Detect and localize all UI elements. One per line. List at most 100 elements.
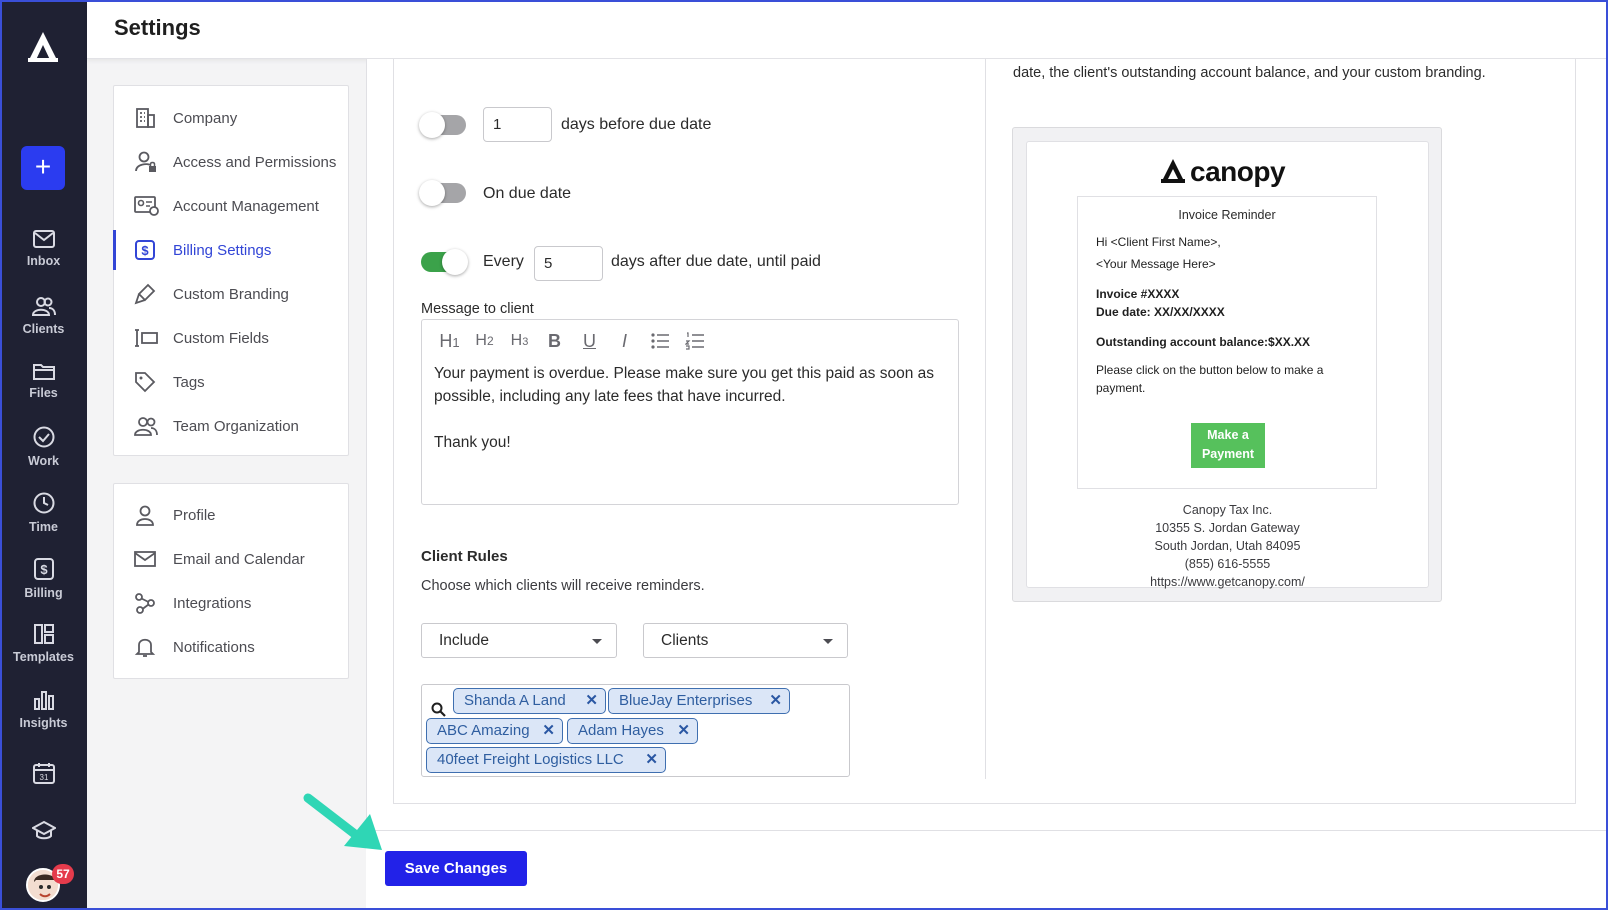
rail-label: Templates (13, 650, 74, 664)
company-address: Canopy Tax Inc. 10355 S. Jordan Gateway … (1027, 501, 1428, 591)
nav-item-email-calendar[interactable]: Email and Calendar (114, 539, 348, 579)
search-icon (431, 702, 446, 717)
rail-item-insights[interactable]: Insights (0, 690, 87, 732)
bottom-action-bar (366, 830, 1608, 910)
rail-label: Inbox (26, 254, 61, 268)
rail-item-files[interactable]: Files (0, 362, 87, 402)
nav-item-custom-branding[interactable]: Custom Branding (114, 274, 348, 314)
company-city: South Jordan, Utah 84095 (1154, 539, 1301, 553)
brand-name: canopy (1190, 156, 1286, 187)
nav-item-label: Custom Fields (173, 329, 269, 347)
rail-item-billing[interactable]: $ Billing (0, 558, 87, 602)
email-preview-card: canopy Invoice Reminder Hi <Client First… (1026, 141, 1429, 591)
settings-nav-company: Company Access and Permissions Account M… (113, 85, 349, 456)
rail-item-inbox[interactable]: Inbox (0, 230, 87, 270)
days-after-input[interactable]: 5 (534, 246, 603, 281)
after-due-toggle[interactable] (421, 249, 468, 275)
nav-item-label: Team Organization (173, 417, 299, 435)
rail-item-templates[interactable]: Templates (0, 624, 87, 666)
remove-tag-icon[interactable]: ✕ (645, 748, 658, 772)
svg-text:31: 31 (39, 773, 48, 782)
include-select-value: Include (439, 632, 489, 649)
numbered-list-button[interactable] (677, 330, 712, 352)
envelope-icon (134, 551, 156, 567)
client-tag-label: ABC Amazing (437, 722, 530, 739)
client-tag: ABC Amazing ✕ (426, 718, 563, 744)
email-invoice-number: Invoice #XXXX (1096, 287, 1180, 301)
nav-item-profile[interactable]: Profile (114, 495, 348, 535)
building-icon (136, 108, 155, 128)
rail-item-calendar[interactable]: 31 (0, 762, 87, 788)
pointer-arrow-icon (303, 793, 382, 850)
canopy-logo-icon[interactable] (26, 30, 60, 64)
nav-item-team-organization[interactable]: Team Organization (114, 406, 348, 446)
nav-item-label: Notifications (173, 638, 255, 656)
brand-logo: canopy (1160, 156, 1286, 188)
remove-tag-icon[interactable]: ✕ (585, 689, 598, 713)
rail-item-time[interactable]: Time (0, 492, 87, 536)
on-due-toggle[interactable] (419, 180, 466, 206)
nav-item-integrations[interactable]: Integrations (114, 583, 348, 623)
toggle-knob (419, 180, 445, 206)
panel-divider (985, 59, 986, 779)
top-bar: Settings (87, 0, 1608, 59)
nav-item-notifications[interactable]: Notifications (114, 627, 348, 667)
save-changes-button[interactable]: Save Changes (385, 851, 527, 886)
templates-icon (33, 624, 54, 644)
nav-item-account-management[interactable]: Account Management (114, 186, 348, 226)
bullet-list-button[interactable] (642, 330, 677, 352)
before-due-toggle[interactable] (419, 112, 466, 138)
preview-description: date, the client's outstanding account b… (1013, 65, 1486, 81)
message-body[interactable]: Your payment is overdue. Please make sur… (434, 362, 944, 454)
heading1-button[interactable]: H1 (432, 330, 467, 352)
calendar-icon: 31 (32, 763, 55, 784)
days-before-input[interactable]: 1 (483, 107, 552, 142)
bullet-list-icon (650, 333, 669, 349)
toggle-knob (419, 112, 445, 138)
email-instruction: Please click on the button below to make… (1096, 363, 1324, 395)
company-url: https://www.getcanopy.com/ (1150, 575, 1305, 589)
team-icon (134, 417, 158, 436)
email-due-date: Due date: XX/XX/XXXX (1096, 305, 1225, 319)
nav-item-label: Email and Calendar (173, 550, 305, 568)
id-card-gear-icon (134, 196, 159, 216)
heading3-button[interactable]: H3 (502, 330, 537, 352)
svg-text:$: $ (141, 243, 149, 258)
rail-label: Work (27, 454, 60, 468)
remove-tag-icon[interactable]: ✕ (677, 719, 690, 743)
include-select[interactable]: Include (421, 623, 617, 658)
message-editor[interactable]: H1 H2 H3 B U I Your payment is overdue. … (421, 319, 959, 505)
nav-item-label: Custom Branding (173, 285, 289, 303)
mail-icon (32, 230, 55, 248)
rail-item-clients[interactable]: Clients (0, 296, 87, 338)
client-tag-input[interactable]: Shanda A Land ✕ BlueJay Enterprises ✕ AB… (421, 684, 850, 777)
rail-item-learning[interactable] (0, 820, 87, 844)
app-rail: + Inbox Clients Files Work Time $ Billin… (0, 0, 87, 910)
user-lock-icon (135, 151, 156, 172)
clients-select[interactable]: Clients (643, 623, 848, 658)
nav-item-access-permissions[interactable]: Access and Permissions (114, 142, 348, 182)
toggle-knob (442, 249, 468, 275)
nav-item-billing-settings[interactable]: $ Billing Settings (113, 230, 348, 270)
nav-item-custom-fields[interactable]: Custom Fields (114, 318, 348, 358)
create-new-button[interactable]: + (21, 146, 65, 190)
client-tag-label: 40feet Freight Logistics LLC (437, 751, 624, 768)
nav-item-tags[interactable]: Tags (114, 362, 348, 402)
heading2-button[interactable]: H2 (467, 330, 502, 352)
message-paragraph: Your payment is overdue. Please make sur… (434, 365, 935, 405)
remove-tag-icon[interactable]: ✕ (542, 719, 555, 743)
underline-button[interactable]: U (572, 330, 607, 352)
check-circle-icon (33, 426, 54, 448)
bold-button[interactable]: B (537, 330, 572, 352)
rail-item-work[interactable]: Work (0, 426, 87, 470)
company-street: 10355 S. Jordan Gateway (1155, 521, 1300, 535)
chevron-down-icon (592, 639, 602, 644)
nav-item-label: Access and Permissions (173, 153, 337, 171)
nav-item-label: Company (173, 109, 238, 127)
numbered-list-icon (684, 332, 704, 350)
email-preview: canopy Invoice Reminder Hi <Client First… (1012, 127, 1442, 602)
italic-button[interactable]: I (607, 330, 642, 352)
nav-item-company[interactable]: Company (114, 98, 348, 138)
remove-tag-icon[interactable]: ✕ (769, 689, 782, 713)
client-tag-label: Shanda A Land (464, 692, 566, 709)
